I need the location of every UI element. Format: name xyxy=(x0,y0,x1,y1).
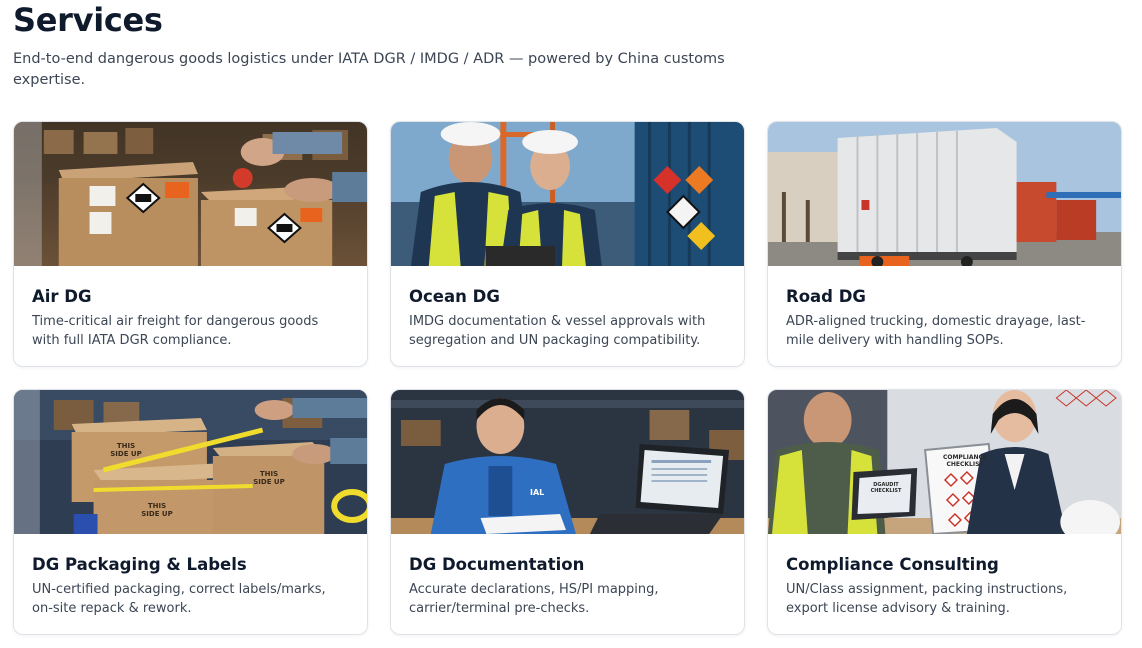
service-card-dg-documentation[interactable]: IAL DG Documentation Accurate declaratio… xyxy=(390,389,745,635)
box-label: THIS SIDE UP xyxy=(141,502,173,518)
card-title: Ocean DG xyxy=(409,287,500,306)
card-description: UN/Class assignment, packing instruction… xyxy=(786,582,1068,616)
packing-boxes-photo: THIS SIDE UP THIS SIDE UP THIS SIDE UP xyxy=(14,390,367,534)
card-title: Compliance Consulting xyxy=(786,555,999,574)
box-label: THIS SIDE UP xyxy=(110,442,142,458)
card-description: Time-critical air freight for dangerous … xyxy=(32,314,319,348)
board-title: COMPLIANCE CHECKLIST xyxy=(942,454,988,468)
service-card-ocean-dg[interactable]: Ocean DG IMDG documentation & vessel app… xyxy=(390,121,745,367)
card-title: Road DG xyxy=(786,287,866,306)
port-workers-photo xyxy=(391,122,744,266)
truck-trailer-photo xyxy=(768,122,1121,266)
service-card-air-dg[interactable]: Air DG Time-critical air freight for dan… xyxy=(13,121,368,367)
page-title: Services xyxy=(13,1,163,39)
service-card-road-dg[interactable]: Road DG ADR-aligned trucking, domestic d… xyxy=(767,121,1122,367)
card-description: IMDG documentation & vessel approvals wi… xyxy=(409,314,706,348)
card-title: DG Documentation xyxy=(409,555,585,574)
documentation-worker-photo: IAL xyxy=(391,390,744,534)
services-grid: Air DG Time-critical air freight for dan… xyxy=(13,121,1122,635)
dg-boxes-photo xyxy=(14,122,367,266)
badge-label: IAL xyxy=(530,488,545,497)
card-description: Accurate declarations, HS/PI mapping, ca… xyxy=(409,582,659,616)
laptop-screen-text: DGAUDIT CHECKLIST xyxy=(870,482,902,494)
box-label: THIS SIDE UP xyxy=(253,470,285,486)
consulting-meeting-photo: COMPLIANCE CHECKLIST DGAUDIT CHECKLIST xyxy=(768,390,1121,534)
card-description: ADR-aligned trucking, domestic drayage, … xyxy=(786,314,1086,348)
page-subtitle: End-to-end dangerous goods logistics und… xyxy=(13,51,725,88)
service-card-dg-packaging-labels[interactable]: THIS SIDE UP THIS SIDE UP THIS SIDE UP D… xyxy=(13,389,368,635)
card-title: DG Packaging & Labels xyxy=(32,555,247,574)
service-card-compliance-consulting[interactable]: COMPLIANCE CHECKLIST DGAUDIT CHECKLIST C… xyxy=(767,389,1122,635)
card-description: UN-certified packaging, correct labels/m… xyxy=(32,582,326,616)
card-title: Air DG xyxy=(32,287,92,306)
